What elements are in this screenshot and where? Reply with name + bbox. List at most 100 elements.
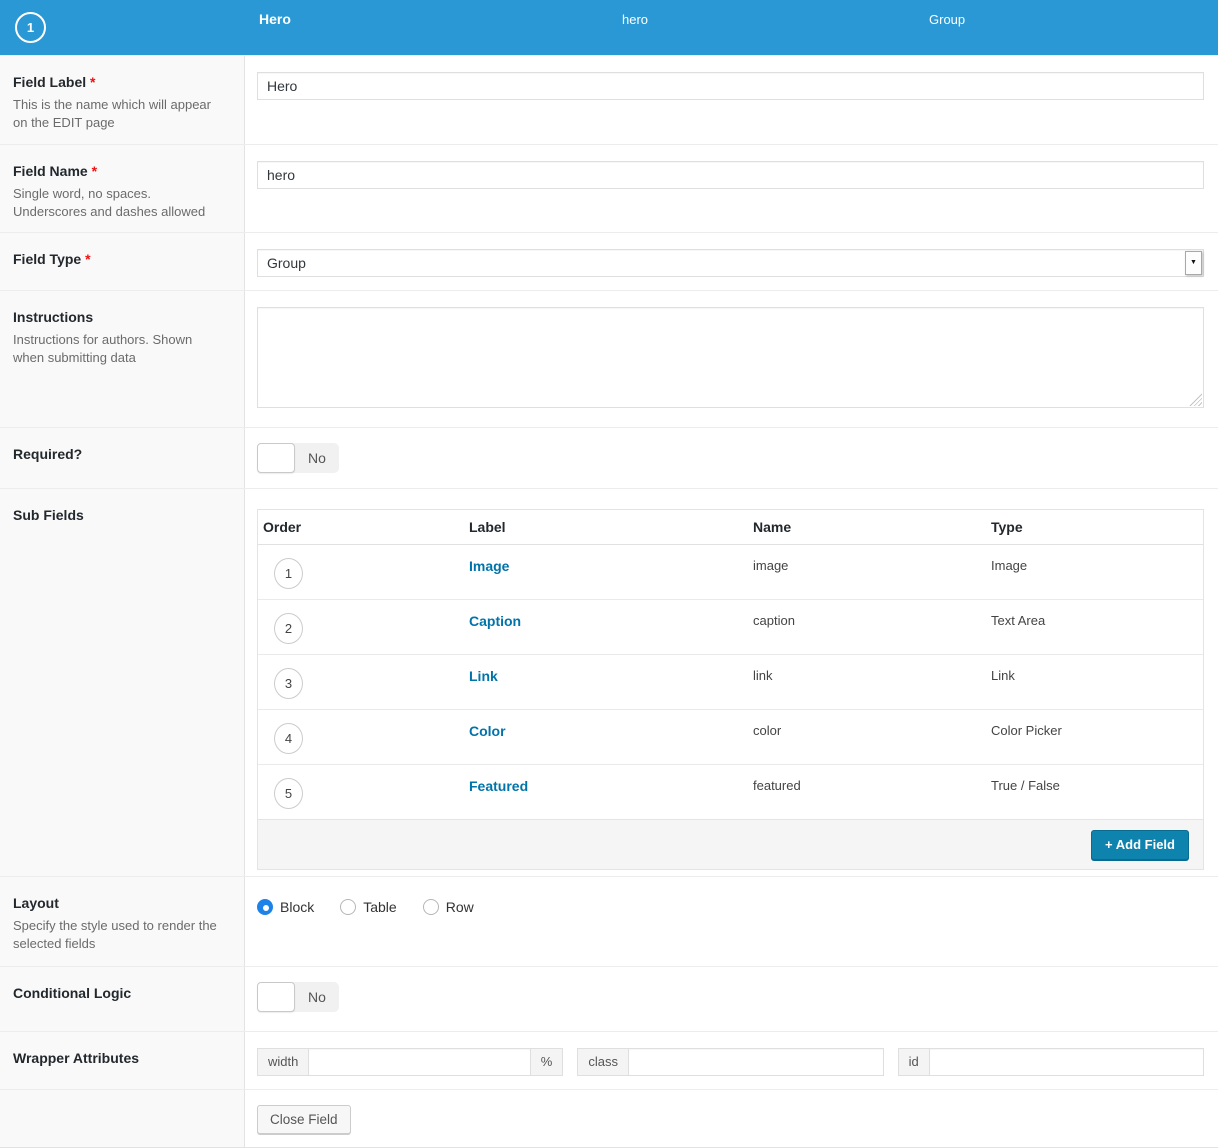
wrapper-id-group: id [898,1048,1204,1076]
conditional-logic-main: No [245,967,1218,1031]
instructions-description: Instructions for authors. Shown when sub… [13,331,224,367]
close-field-main: Close Field [245,1090,1218,1148]
column-header-type: Type [986,510,1203,544]
add-field-button[interactable]: + Add Field [1091,830,1189,860]
header-field-name: hero [622,12,648,27]
sub-field-name: color [748,709,986,764]
column-header-label: Label [464,510,748,544]
instructions-side: Instructions Instructions for authors. S… [0,291,245,427]
toggle-knob[interactable] [257,982,295,1012]
instructions-heading: Instructions [13,309,224,325]
row-sub-fields: Sub Fields Order Label Name Type [0,488,1218,876]
wrapper-class-input[interactable] [628,1048,884,1076]
column-header-order: Order [258,510,464,544]
sub-fields-table: Order Label Name Type 1 Image image Imag… [258,510,1203,819]
row-layout: Layout Specify the style used to render … [0,876,1218,966]
radio-checked-icon[interactable] [257,899,273,915]
header-field-label: Hero [259,11,291,27]
field-type-heading-text: Field Type [13,251,81,267]
class-prepend-label: class [577,1048,629,1076]
field-order-number: 1 [27,20,34,35]
wrapper-width-input[interactable] [308,1048,530,1076]
sub-field-name: link [748,654,986,709]
order-drag-handle[interactable]: 5 [274,778,303,809]
field-order-badge[interactable]: 1 [15,12,46,43]
sub-field-edit-link[interactable]: Color [469,723,506,739]
row-conditional-logic: Conditional Logic No [0,966,1218,1031]
radio-unchecked-icon[interactable] [340,899,356,915]
header-field-type: Group [929,12,965,27]
sub-fields-header-row: Order Label Name Type [258,510,1203,544]
sub-field-edit-link[interactable]: Link [469,668,498,684]
field-label-input[interactable] [257,72,1204,100]
sub-field-row: 1 Image image Image [258,544,1203,599]
order-drag-handle[interactable]: 3 [274,668,303,699]
instructions-textarea[interactable] [257,307,1204,408]
sub-field-edit-link[interactable]: Image [469,558,509,574]
layout-description: Specify the style used to render the sel… [13,917,224,953]
column-header-name: Name [748,510,986,544]
layout-option-table[interactable]: Table [340,899,396,915]
sub-field-edit-link[interactable]: Caption [469,613,521,629]
id-prepend-label: id [898,1048,930,1076]
layout-option-row[interactable]: Row [423,899,474,915]
radio-label: Block [280,899,314,915]
layout-option-block[interactable]: Block [257,899,314,915]
sub-field-type: Link [986,654,1203,709]
layout-main: Block Table Row [245,877,1218,966]
sub-fields-footer: + Add Field [258,819,1203,869]
radio-label: Table [363,899,396,915]
wrapper-attributes-fields: width % class id [257,1048,1204,1076]
field-label-heading-text: Field Label [13,74,86,90]
order-drag-handle[interactable]: 4 [274,723,303,754]
required-asterisk: * [90,74,95,90]
row-close-field: Close Field [0,1089,1218,1148]
conditional-logic-side: Conditional Logic [0,967,245,1031]
toggle-knob[interactable] [257,443,295,473]
sub-field-type: Text Area [986,599,1203,654]
wrapper-attributes-main: width % class id [245,1032,1218,1089]
sub-field-name: caption [748,599,986,654]
required-toggle[interactable]: No [257,443,339,473]
sub-fields-side: Sub Fields [0,489,245,876]
required-side: Required? [0,428,245,488]
row-field-name: Field Name * Single word, no spaces. Und… [0,144,1218,232]
order-drag-handle[interactable]: 1 [274,558,303,589]
sub-field-name: featured [748,764,986,819]
row-required: Required? No [0,427,1218,488]
sub-fields-heading: Sub Fields [13,507,224,523]
field-name-input[interactable] [257,161,1204,189]
required-heading: Required? [13,446,224,462]
wrapper-id-input[interactable] [929,1048,1204,1076]
field-label-heading: Field Label * [13,74,224,90]
wrapper-attributes-heading: Wrapper Attributes [13,1050,224,1066]
toggle-state-label: No [295,982,339,1012]
sub-field-row: 4 Color color Color Picker [258,709,1203,764]
field-label-side: Field Label * This is the name which wil… [0,56,245,144]
sub-field-type: Color Picker [986,709,1203,764]
field-name-heading: Field Name * [13,163,224,179]
resize-handle-icon[interactable] [1189,393,1202,406]
sub-field-row: 5 Featured featured True / False [258,764,1203,819]
radio-unchecked-icon[interactable] [423,899,439,915]
required-asterisk: * [85,251,90,267]
field-handle-header[interactable]: 1 Hero hero Group [0,0,1218,55]
chevron-down-icon[interactable]: ▼ [1185,251,1202,275]
field-editor-panel: 1 Hero hero Group Field Label * This is … [0,0,1218,1148]
wrapper-width-group: width % [257,1048,563,1076]
field-label-main [245,56,1218,144]
row-wrapper-attributes: Wrapper Attributes width % class id [0,1031,1218,1089]
row-field-type: Field Type * Group ▼ [0,232,1218,290]
field-type-select[interactable]: Group ▼ [257,249,1204,277]
wrapper-attributes-side: Wrapper Attributes [0,1032,245,1089]
conditional-logic-toggle[interactable]: No [257,982,339,1012]
close-field-side [0,1090,245,1148]
sub-field-edit-link[interactable]: Featured [469,778,528,794]
width-append-label: % [530,1048,564,1076]
field-name-main [245,145,1218,232]
close-field-button[interactable]: Close Field [257,1105,351,1134]
row-instructions: Instructions Instructions for authors. S… [0,290,1218,427]
order-drag-handle[interactable]: 2 [274,613,303,644]
required-asterisk: * [92,163,97,179]
field-type-main: Group ▼ [245,233,1218,290]
